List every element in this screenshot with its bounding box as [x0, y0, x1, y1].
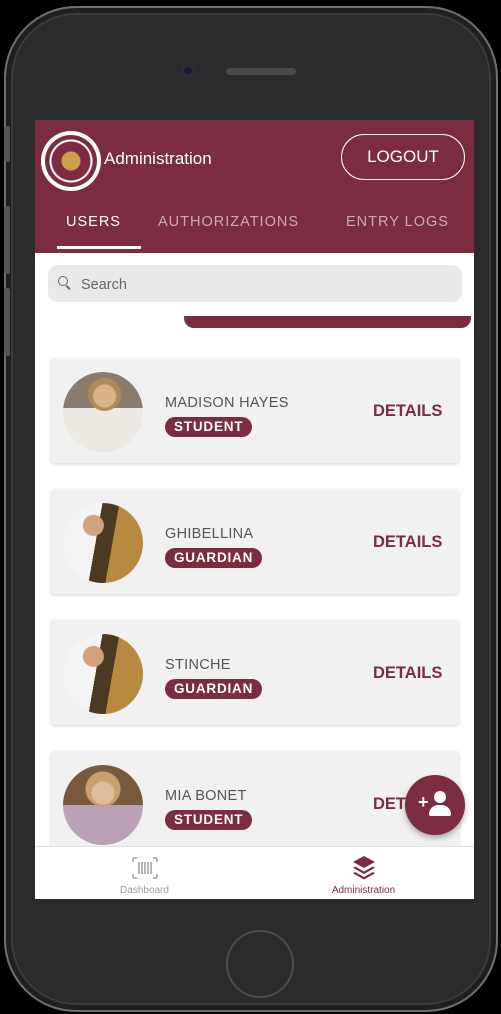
- logout-button[interactable]: LOGOUT: [341, 134, 465, 180]
- add-person-icon: [434, 791, 446, 803]
- user-card[interactable]: MIA BONET STUDENT DETAILS: [51, 751, 459, 856]
- plus-icon: +: [418, 792, 429, 812]
- front-camera: [182, 65, 194, 77]
- user-card[interactable]: STINCHE GUARDIAN DETAILS: [51, 620, 459, 725]
- avatar: [63, 372, 143, 452]
- nav-dashboard[interactable]: Dashboard: [35, 847, 254, 899]
- role-badge: STUDENT: [165, 417, 253, 437]
- nav-administration[interactable]: Administration: [254, 847, 473, 899]
- search-icon: [58, 276, 68, 286]
- details-button[interactable]: DETAILS: [373, 402, 442, 421]
- tab-authorizations[interactable]: AUTHORIZATIONS: [158, 214, 299, 230]
- role-badge: GUARDIAN: [165, 548, 263, 568]
- user-name: MIA BONET: [165, 788, 247, 804]
- role-badge: GUARDIAN: [165, 679, 263, 699]
- tab-bar: USERS AUTHORIZATIONS ENTRY LOGS: [35, 198, 474, 253]
- user-card[interactable]: GHIBELLINA GUARDIAN DETAILS: [51, 489, 459, 594]
- university-seal-logo: [41, 131, 101, 191]
- tab-users[interactable]: USERS: [66, 214, 121, 230]
- avatar: [63, 765, 143, 845]
- nav-label: Administration: [331, 885, 396, 896]
- bottom-navigation: Dashboard Administration: [35, 846, 474, 899]
- page-title: Administration: [104, 149, 212, 168]
- tab-entry-logs[interactable]: ENTRY LOGS: [346, 214, 449, 230]
- home-button[interactable]: [226, 930, 294, 998]
- search-input[interactable]: [79, 265, 453, 304]
- nav-label: Dashboard: [120, 885, 169, 896]
- search-bar[interactable]: [48, 265, 462, 304]
- volume-up-button: [4, 206, 10, 274]
- user-name: MADISON HAYES: [165, 395, 289, 411]
- user-name: STINCHE: [165, 657, 231, 673]
- layers-icon: [353, 856, 375, 880]
- mute-switch: [4, 126, 10, 162]
- add-person-icon-body: [429, 805, 451, 816]
- details-button[interactable]: DETAILS: [373, 664, 442, 683]
- user-card[interactable]: MADISON HAYES STUDENT DETAILS: [51, 358, 459, 463]
- refresh-indicator: [184, 316, 471, 328]
- avatar: [63, 503, 143, 583]
- volume-down-button: [4, 288, 10, 356]
- details-button[interactable]: DETAILS: [373, 533, 442, 552]
- avatar: [63, 634, 143, 714]
- app-screen: Administration LOGOUT USERS AUTHORIZATIO…: [35, 120, 474, 899]
- user-name: GHIBELLINA: [165, 526, 254, 542]
- role-badge: STUDENT: [165, 810, 253, 830]
- add-user-button[interactable]: +: [405, 775, 465, 835]
- active-tab-indicator: [57, 246, 141, 249]
- earpiece-speaker: [226, 68, 296, 75]
- app-bar: Administration LOGOUT USERS AUTHORIZATIO…: [35, 120, 474, 253]
- barcode-icon: [132, 857, 158, 879]
